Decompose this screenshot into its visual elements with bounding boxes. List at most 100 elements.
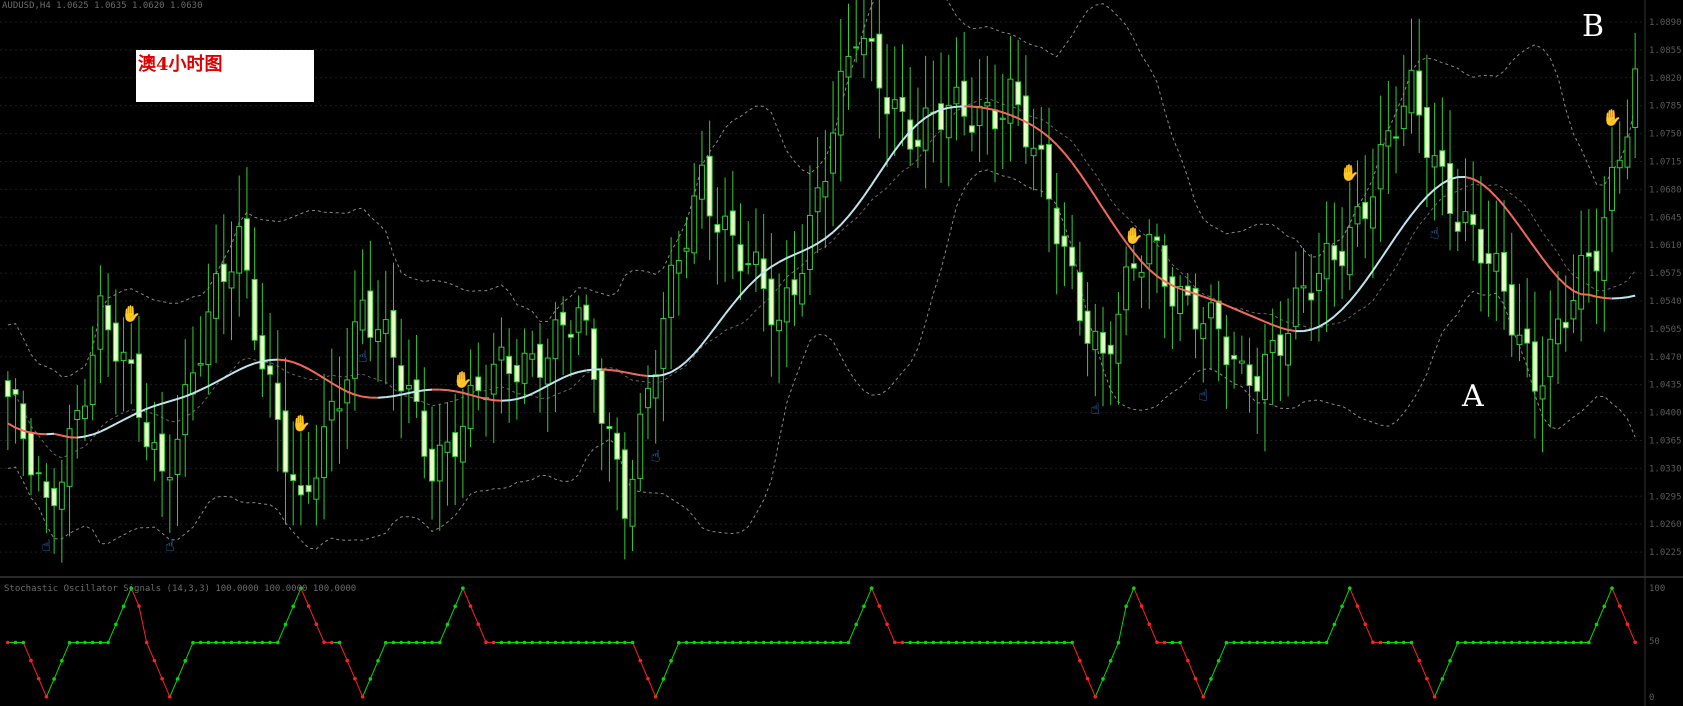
candle-body — [1462, 211, 1469, 224]
candle-body — [1285, 332, 1292, 366]
ma-segment — [30, 431, 39, 435]
osc-point — [191, 640, 195, 645]
ma-segment — [447, 389, 456, 393]
ma-segment — [115, 418, 125, 425]
osc-point — [1216, 659, 1221, 663]
osc-point — [291, 604, 296, 609]
candle-body — [1046, 144, 1052, 200]
ma-segment — [855, 195, 865, 208]
pointing-hand-icon: ☝ — [1090, 399, 1100, 418]
osc-point — [376, 659, 380, 663]
osc-point — [137, 604, 141, 608]
price-tick-label: 1.0260 — [1649, 520, 1682, 530]
osc-point — [1332, 622, 1337, 627]
osc-point — [1000, 640, 1005, 645]
price-tick-label: 1.0470 — [1649, 353, 1682, 363]
ma-segment — [1280, 326, 1289, 331]
osc-point — [1240, 640, 1244, 645]
osc-point — [1548, 640, 1553, 645]
candle-body — [1339, 250, 1346, 267]
price-tick-label: 1.0645 — [1649, 213, 1682, 223]
osc-tick-label: 100 — [1649, 584, 1665, 594]
candle-body — [421, 410, 428, 457]
candle-body — [213, 273, 220, 319]
candle-body — [683, 247, 690, 252]
osc-point — [1625, 622, 1630, 626]
candle-body — [660, 318, 667, 369]
osc-point — [453, 604, 457, 609]
osc-point — [892, 640, 897, 645]
osc-point — [592, 640, 596, 645]
ma-segment — [215, 377, 225, 384]
ma-segment — [1557, 276, 1567, 286]
osc-point — [391, 640, 396, 645]
osc-point — [646, 676, 650, 681]
osc-point — [1309, 640, 1314, 645]
osc-point — [946, 640, 951, 645]
ma-segment — [262, 359, 271, 363]
osc-segment — [1218, 642, 1227, 662]
ma-segment — [701, 333, 711, 346]
candle-body — [1315, 272, 1322, 291]
osc-point — [1024, 640, 1028, 645]
candle-body — [652, 374, 659, 399]
osc-point — [337, 640, 342, 645]
raised-hand-icon: ✋ — [1340, 163, 1360, 182]
candle-body — [1146, 233, 1153, 265]
osc-point — [206, 640, 211, 645]
candle-body — [621, 449, 628, 519]
osc-segment — [1326, 624, 1335, 643]
ma-segment — [632, 372, 641, 377]
osc-point — [1617, 604, 1622, 608]
candle-body — [598, 370, 605, 424]
candle-body — [1416, 70, 1423, 116]
osc-segment — [1603, 588, 1613, 607]
osc-point — [1355, 604, 1360, 608]
candle-body — [367, 290, 374, 338]
candle-body — [814, 187, 821, 213]
osc-point — [75, 640, 80, 645]
osc-point — [1101, 677, 1105, 681]
candle-body — [1269, 340, 1276, 353]
candle-body — [1393, 136, 1400, 139]
ma-segment — [1086, 184, 1097, 198]
candle-body — [976, 106, 983, 127]
osc-point — [707, 640, 712, 645]
osc-segment — [878, 605, 888, 625]
osc-point — [653, 694, 658, 699]
candle-body — [28, 432, 34, 476]
candle-body — [968, 125, 975, 133]
osc-segment — [1626, 623, 1636, 643]
candle-body — [1053, 207, 1060, 245]
osc-segment — [1117, 606, 1127, 643]
raised-hand-icon: ✋ — [1602, 108, 1622, 127]
ma-segment — [678, 360, 688, 369]
osc-point — [198, 640, 203, 645]
osc-point — [1232, 640, 1236, 645]
candle-body — [552, 319, 559, 360]
osc-point — [854, 622, 859, 627]
ma-segment — [1372, 258, 1382, 272]
osc-point — [507, 640, 511, 645]
osc-point — [723, 640, 727, 645]
osc-point — [576, 640, 581, 645]
candle-body — [43, 481, 50, 499]
osc-point — [1139, 604, 1144, 608]
ma-segment — [716, 313, 726, 325]
ma-segment — [1434, 182, 1443, 191]
osc-point — [1610, 586, 1614, 591]
chart-title: 澳4小时图 — [138, 53, 223, 75]
raised-hand-icon: ✋ — [121, 304, 141, 323]
osc-point — [831, 640, 835, 645]
candle-body — [876, 33, 883, 89]
candle-body — [884, 97, 891, 115]
ma-segment — [1387, 235, 1397, 249]
candle-body — [390, 310, 397, 358]
candle-body — [205, 311, 212, 366]
ma-segment — [1402, 214, 1413, 226]
osc-segment — [1087, 678, 1096, 697]
candle-body — [645, 387, 651, 409]
ma-segment — [77, 435, 86, 439]
candle-body — [236, 226, 243, 274]
osc-point — [1124, 604, 1128, 609]
